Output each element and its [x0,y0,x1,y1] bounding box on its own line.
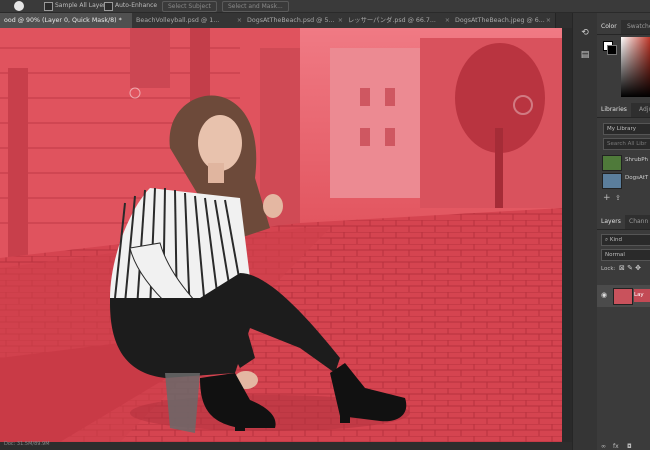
sample-all-layers-label: Sample All Layers [55,2,109,9]
blend-mode-select[interactable]: Normal [601,249,650,261]
sample-all-layers-checkbox[interactable] [44,2,53,11]
kind-filter-label: Kind [609,237,622,243]
tab-label: DogsAtTheBeach.jpeg @ 6... [455,17,545,24]
status-bar: Doc: 31.5M/89.9M [0,441,572,450]
library-item-name: ShrubPh [625,157,649,163]
tab-adjustments[interactable]: Adju [635,103,650,117]
eye-icon[interactable]: ◉ [601,291,607,299]
panel-icon-strip: ⟲ ▤ [572,13,597,450]
libraries-panel-tabs: Libraries Adju [597,103,650,118]
layer-thumbnail [613,288,633,305]
lock-icons[interactable]: ⊠ ✎ ✥ [619,264,641,272]
add-icon[interactable]: + [603,193,611,203]
document-tab-bar: ood @ 90% (Layer 0, Quick Mask/8) * Beac… [0,13,572,28]
search-icon: ⌕ [605,237,609,243]
auto-enhance-checkbox[interactable] [104,2,113,11]
tab-libraries[interactable]: Libraries [597,103,631,117]
tab-doc-2[interactable]: BeachVolleyball.psd @ 1... × [132,13,247,28]
mask-icon[interactable]: ◘ [627,443,632,450]
right-panel-dock: Color Swatche Libraries Adju My Library … [597,13,650,450]
close-icon[interactable]: × [338,13,343,28]
link-icon[interactable]: ∞ [601,443,606,450]
properties-icon[interactable]: ▤ [579,49,591,61]
library-item-thumbnail[interactable] [602,173,622,189]
close-icon[interactable]: × [546,13,551,28]
options-bar: Sample All Layers Auto-Enhance Select Su… [0,0,650,13]
canvas-scrollbar[interactable] [562,28,572,442]
tab-swatches[interactable]: Swatche [623,20,650,34]
tab-label: ood @ 90% (Layer 0, Quick Mask/8) * [4,17,122,24]
tab-color[interactable]: Color [597,20,621,34]
tab-label: BeachVolleyball.psd @ 1... [136,17,220,24]
library-select[interactable]: My Library [603,123,650,135]
tab-doc-1[interactable]: ood @ 90% (Layer 0, Quick Mask/8) * [0,13,133,28]
color-field[interactable] [621,37,650,97]
history-icon[interactable]: ⟲ [579,27,591,39]
tab-doc-4[interactable]: レッサーパンダ.psd @ 66.7... × [344,13,455,28]
layer-kind-filter[interactable]: ⌕ Kind [601,234,650,246]
library-search-input[interactable]: Search All Libr [603,138,650,150]
lock-label: Lock: [601,266,616,272]
library-item-name: DogsAtT [625,175,649,181]
document-canvas[interactable] [0,28,562,442]
tab-doc-3[interactable]: DogsAtTheBeach.psd @ 5... × [243,13,348,28]
tab-channels[interactable]: Chann [625,215,650,229]
photo-quick-mask [0,28,562,442]
layer-row[interactable]: ◉ Lay [597,285,650,307]
tab-doc-5[interactable]: DogsAtTheBeach.jpeg @ 6... × [451,13,556,28]
color-panel-tabs: Color Swatche [597,20,650,35]
tab-label: DogsAtTheBeach.psd @ 5... [247,17,335,24]
tab-layers[interactable]: Layers [597,215,625,229]
tab-label: レッサーパンダ.psd @ 66.7... [348,17,436,24]
upload-icon[interactable]: ⇪ [615,194,621,202]
doc-size-readout: Doc: 31.5M/89.9M [4,441,50,447]
layers-panel-tabs: Layers Chann [597,215,650,230]
library-item-thumbnail[interactable] [602,155,622,171]
close-icon[interactable]: × [445,13,450,28]
select-and-mask-button[interactable]: Select and Mask... [222,1,289,12]
brush-preset-icon[interactable] [14,1,24,11]
background-color-swatch[interactable] [607,45,617,55]
layer-name[interactable]: Lay [634,289,650,302]
select-subject-button[interactable]: Select Subject [162,1,217,12]
close-icon[interactable]: × [237,13,242,28]
auto-enhance-label: Auto-Enhance [115,2,158,9]
fx-icon[interactable]: fx [613,443,619,450]
